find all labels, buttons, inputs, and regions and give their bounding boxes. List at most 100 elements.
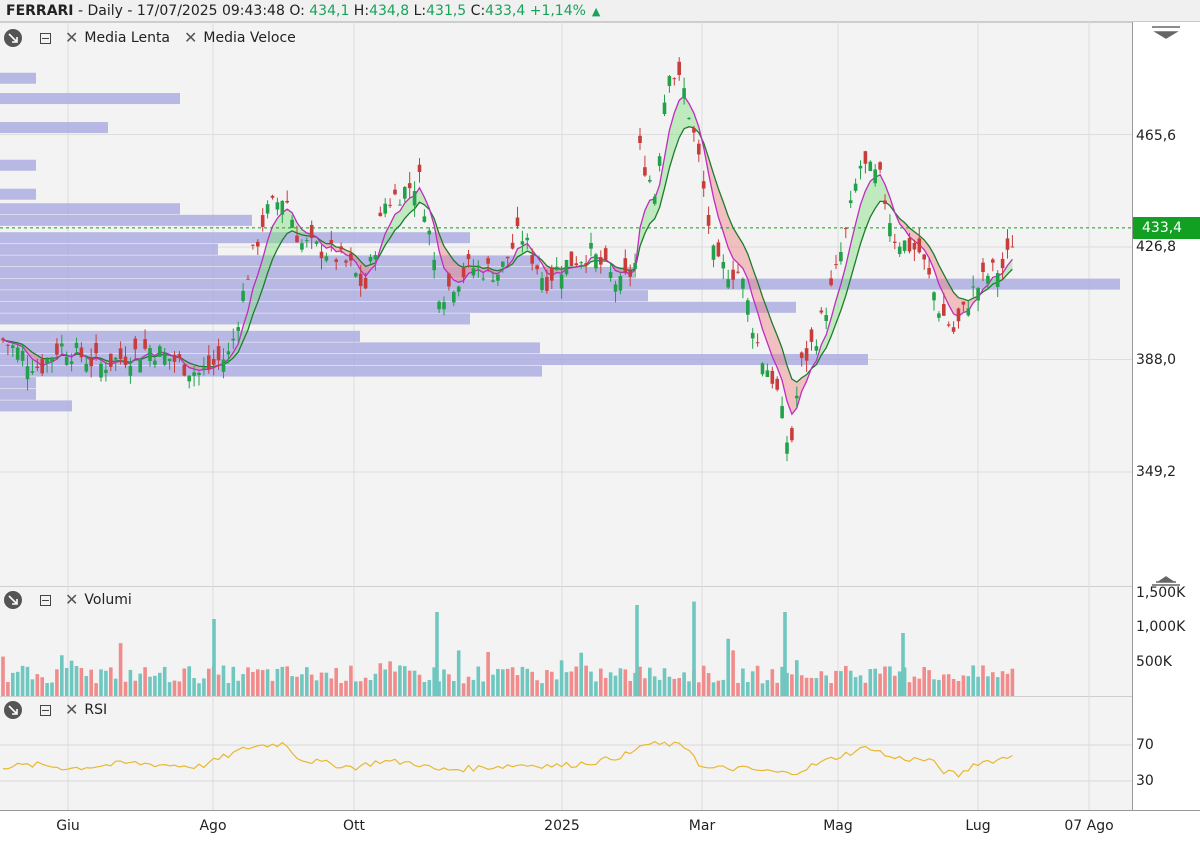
candle-body: [35, 366, 40, 369]
volume-bar: [706, 673, 711, 696]
indicator-menu-icon[interactable]: [4, 591, 22, 609]
candle-body: [202, 367, 206, 369]
chart-canvas[interactable]: [0, 0, 1200, 841]
volume-bar: [265, 669, 270, 696]
volume-bar: [167, 682, 172, 696]
candle-body: [300, 243, 304, 250]
candle-body: [799, 352, 804, 359]
candle-body: [275, 202, 280, 210]
price-tick: 465,6: [1136, 128, 1177, 144]
volume-bar: [711, 682, 716, 696]
volume-bar: [834, 670, 838, 696]
volume-bar: [677, 677, 681, 696]
volume-bar: [231, 666, 236, 696]
close-icon[interactable]: ✕: [184, 30, 197, 46]
close-icon[interactable]: ✕: [65, 702, 78, 718]
candle-body: [697, 143, 701, 155]
candle-body: [706, 214, 711, 226]
candle-body: [290, 219, 294, 228]
volume-bar: [995, 677, 1000, 696]
volume-bar: [45, 683, 49, 696]
volume-bar: [177, 681, 182, 696]
candle-body: [515, 217, 520, 227]
volume-bar: [187, 666, 191, 696]
candle-body: [84, 363, 89, 372]
volume-bar: [496, 668, 500, 696]
candle-body: [564, 259, 569, 275]
volume-bar: [848, 670, 853, 696]
main-legend: ✕ Media Lenta ✕ Media Veloce: [4, 28, 296, 48]
candle-body: [574, 263, 579, 266]
candle-body: [760, 363, 765, 375]
volume-bar: [672, 678, 677, 696]
candle-body: [1005, 238, 1010, 250]
legend-rsi[interactable]: RSI: [84, 702, 107, 718]
candle-body: [79, 347, 84, 358]
volume-bar: [69, 660, 74, 696]
volume-bar: [883, 666, 887, 696]
volume-bar: [942, 674, 946, 696]
legend-slow-ma[interactable]: Media Lenta: [84, 30, 170, 46]
candle-body: [344, 260, 348, 263]
candle-body: [530, 255, 534, 264]
candle-body: [11, 345, 15, 348]
close-icon[interactable]: ✕: [65, 592, 78, 608]
volume-legend: ✕ Volumi: [4, 590, 132, 610]
volume-bar: [486, 652, 490, 696]
volume-profile-bar: [0, 313, 470, 325]
indicator-menu-icon[interactable]: [4, 701, 22, 719]
volume-bar: [868, 669, 873, 696]
volume-bar: [11, 672, 15, 696]
minimize-icon[interactable]: [40, 704, 51, 716]
candle-body: [981, 262, 985, 272]
candle-body: [192, 372, 196, 376]
candle-body: [897, 246, 902, 254]
volume-bar: [692, 601, 696, 696]
volume-bar: [246, 667, 250, 696]
price-scale-menu-icon[interactable]: [1150, 24, 1182, 43]
volume-bar: [182, 668, 187, 696]
minimize-icon[interactable]: [40, 594, 51, 606]
volume-bar: [491, 674, 495, 696]
volume-bar: [172, 680, 177, 696]
candle-body: [172, 354, 177, 362]
price-tick: 388,0: [1136, 352, 1177, 368]
volume-bar: [398, 665, 402, 696]
candle-body: [388, 204, 392, 206]
candle-body: [814, 346, 819, 351]
volume-bar: [358, 681, 363, 696]
candle-body: [829, 278, 833, 286]
close-icon[interactable]: ✕: [65, 30, 78, 46]
volume-bar: [456, 650, 461, 696]
volume-bar: [89, 669, 93, 696]
volume-bar: [574, 666, 579, 696]
legend-fast-ma[interactable]: Media Veloce: [203, 30, 295, 46]
candle-body: [358, 273, 363, 287]
candle-body: [922, 254, 926, 260]
candle-body: [427, 230, 432, 235]
volume-profile-bar: [0, 365, 542, 377]
volume-profile-bar: [0, 159, 36, 171]
candle-body: [6, 344, 10, 346]
volume-bar: [520, 666, 525, 696]
minimize-icon[interactable]: [40, 32, 51, 44]
volume-bar: [305, 667, 309, 696]
candle-body: [927, 267, 931, 275]
volume-bar: [623, 669, 628, 696]
candle-body: [888, 223, 892, 237]
volume-bar: [79, 667, 84, 696]
candle-body: [241, 290, 245, 301]
candle-body: [162, 352, 167, 365]
volume-bar: [349, 665, 353, 696]
volume-bar: [501, 669, 505, 696]
indicator-menu-icon[interactable]: [4, 29, 22, 47]
volume-bar: [143, 667, 147, 696]
volume-bar: [378, 663, 383, 696]
candle-body: [143, 339, 147, 349]
candle-body: [839, 252, 843, 262]
candle-body: [785, 442, 789, 454]
volume-profile-bar: [0, 400, 72, 412]
candle-body: [481, 278, 485, 280]
legend-volume[interactable]: Volumi: [84, 592, 131, 608]
candle-body: [256, 241, 260, 247]
